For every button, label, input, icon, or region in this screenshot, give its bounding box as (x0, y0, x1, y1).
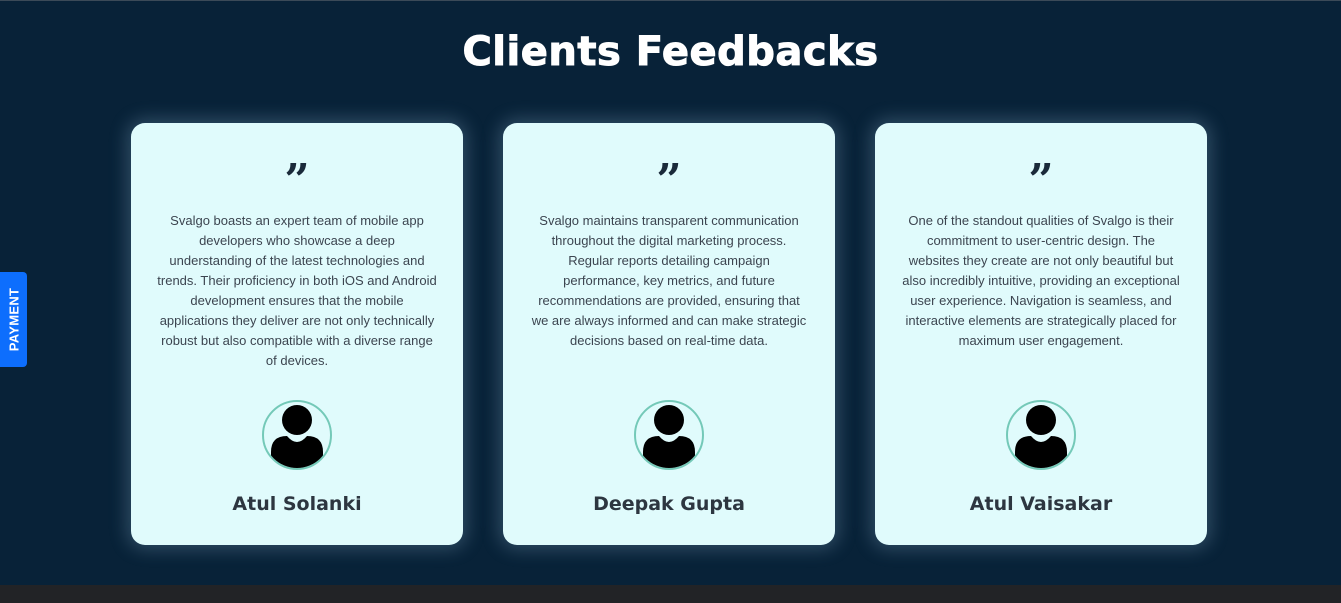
client-name: Deepak Gupta (593, 493, 745, 515)
section-title: Clients Feedbacks (462, 29, 879, 76)
testimonial-text: Svalgo boasts an expert team of mobile a… (157, 213, 437, 368)
payment-button[interactable]: PAYMENT (0, 272, 27, 367)
feedback-section: Clients Feedbacks ” Svalgo boasts an exp… (0, 0, 1341, 585)
client-name: Atul Vaisakar (969, 493, 1113, 515)
top-divider (0, 0, 1341, 1)
testimonial-cards: ” Svalgo boasts an expert team of mobile… (131, 123, 1207, 545)
quote-icon: ” (284, 159, 310, 193)
testimonial-card: ” Svalgo maintains transparent communica… (503, 123, 835, 545)
user-avatar-icon (634, 400, 704, 470)
quote-icon: ” (1028, 159, 1054, 193)
testimonial-card: ” Svalgo boasts an expert team of mobile… (131, 123, 463, 545)
payment-button-label: PAYMENT (6, 287, 22, 352)
testimonial-card: ” One of the standout qualities of Svalg… (875, 123, 1207, 545)
quote-icon: ” (656, 159, 682, 193)
footer-strip (0, 585, 1341, 603)
user-avatar-icon (1006, 400, 1076, 470)
testimonial-text: Svalgo maintains transparent communicati… (531, 213, 807, 348)
user-avatar-icon (262, 400, 332, 470)
testimonial-text: One of the standout qualities of Svalgo … (902, 213, 1180, 348)
client-name: Atul Solanki (232, 493, 362, 515)
